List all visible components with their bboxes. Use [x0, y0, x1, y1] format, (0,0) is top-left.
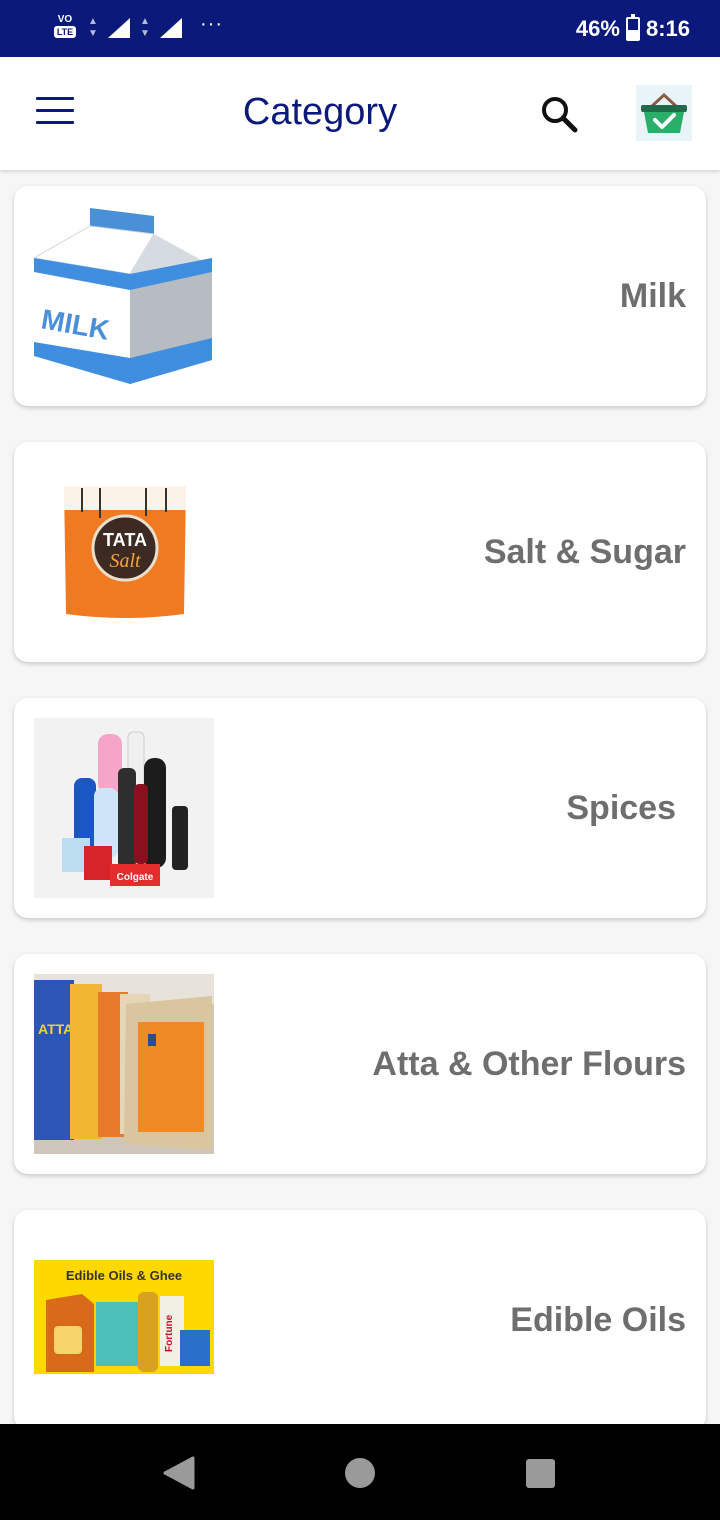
edible-oils-banner-text: Edible Oils & Ghee — [66, 1268, 182, 1283]
carrier-label: VO — [57, 14, 73, 25]
search-icon[interactable] — [540, 95, 580, 135]
signal-strength-icon — [108, 18, 130, 38]
category-card-atta-flours[interactable]: ATTA Atta & Other Flours — [14, 954, 706, 1174]
category-card-milk[interactable]: MILK Milk — [14, 186, 706, 406]
category-label: Milk — [619, 276, 686, 315]
toiletries-image: Colgate — [34, 718, 214, 898]
milk-carton-image: MILK — [34, 206, 214, 386]
category-card-salt-sugar[interactable]: TATA Salt Salt & Sugar — [14, 442, 706, 662]
colgate-text: Colgate — [117, 872, 154, 883]
battery-percent: 46% — [575, 16, 620, 41]
atta-text: ATTA — [38, 1021, 73, 1037]
status-bar: VO LTE ▲ ▼ ▲ ▼ ··· 46% 8:16 — [0, 0, 720, 57]
battery-icon — [625, 14, 640, 41]
more-notifications-icon: ··· — [200, 12, 223, 35]
tata-salt-image: TATA Salt — [34, 462, 214, 642]
home-icon[interactable] — [345, 1458, 375, 1488]
data-arrows-icon-2: ▲ ▼ — [140, 16, 150, 39]
app-bar: Category — [0, 57, 720, 170]
system-navigation-bar — [0, 1424, 720, 1520]
category-label: Edible Oils — [510, 1300, 686, 1339]
recent-apps-icon[interactable] — [526, 1459, 555, 1488]
volte-icon: VO LTE — [50, 14, 80, 42]
signal-strength-icon-2 — [160, 18, 182, 38]
category-label: Atta & Other Flours — [372, 1044, 686, 1083]
data-arrows-icon: ▲ ▼ — [88, 16, 98, 39]
salt-text: Salt — [109, 550, 141, 572]
category-list[interactable]: MILK Milk TATA Salt Salt & Sugar Colgate… — [0, 170, 720, 1424]
back-icon[interactable] — [163, 1456, 195, 1490]
fortune-text: Fortune — [164, 1314, 175, 1352]
edible-oils-image: Edible Oils & Ghee Fortune — [34, 1230, 214, 1410]
flour-bags-image: ATTA — [34, 974, 214, 1154]
shopping-basket-icon[interactable] — [636, 85, 692, 141]
status-left-icons: VO LTE ▲ ▼ ▲ ▼ ··· — [50, 12, 223, 42]
category-label: Salt & Sugar — [483, 532, 686, 571]
status-right: 46% 8:16 — [575, 14, 690, 42]
lte-label: LTE — [53, 26, 77, 38]
battery-level — [627, 29, 638, 39]
tata-text: TATA — [103, 530, 147, 550]
clock: 8:16 — [645, 16, 690, 41]
category-card-edible-oils[interactable]: Edible Oils & Ghee Fortune Edible Oils — [14, 1210, 706, 1424]
category-card-spices[interactable]: Colgate Spices — [14, 698, 706, 918]
category-label: Spices — [566, 788, 676, 827]
